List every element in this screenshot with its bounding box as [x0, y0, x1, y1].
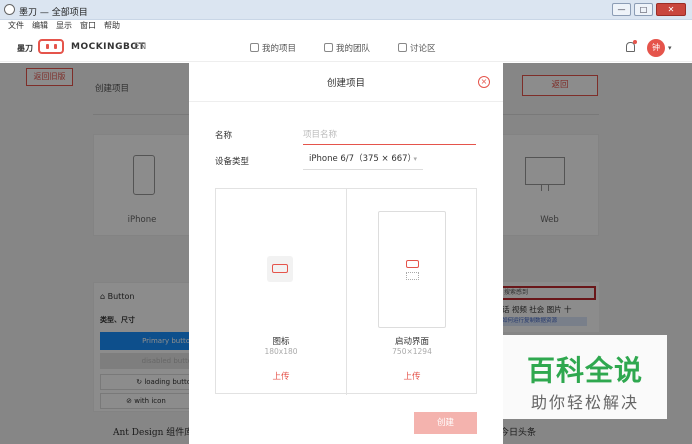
team-icon	[324, 43, 334, 52]
upload-area: 图标 180x180 上传 启动界面 750×1294 上传	[215, 188, 477, 395]
device-type-value: iPhone 6/7（375 × 667）	[309, 154, 417, 164]
device-type-label: 设备类型	[215, 157, 250, 167]
avatar[interactable]: 钟	[647, 39, 665, 57]
nav-forum[interactable]: 讨论区	[398, 42, 436, 54]
notification-dot	[633, 40, 637, 44]
app-header: 墨刀 MOCKINGBOT EN 我的项目 我的团队 讨论区 钟 ▾	[0, 32, 692, 62]
splash-upload-link[interactable]: 上传	[347, 370, 477, 382]
create-project-dialog: 创建项目 × 名称 设备类型 iPhone 6/7（375 × 667） ▾ 图…	[189, 63, 503, 444]
device-type-select[interactable]: iPhone 6/7（375 × 667） ▾	[303, 151, 423, 170]
window-titlebar: 墨刀 — 全部项目 — □ ✕	[0, 0, 692, 20]
app-icon	[4, 4, 15, 15]
app-icon-preview	[267, 256, 293, 282]
mockingbot-logo-icon	[38, 39, 64, 54]
watermark: 百科全说 助你轻松解决	[503, 335, 667, 419]
logo-cn: 墨刀	[17, 44, 33, 53]
splash-screen-preview	[378, 211, 446, 328]
create-button[interactable]: 创建	[414, 412, 477, 434]
icon-upload-size: 180x180	[264, 347, 298, 356]
language-switch[interactable]: EN	[134, 42, 146, 52]
close-window-button[interactable]: ✕	[656, 3, 686, 16]
placeholder-icon	[406, 272, 419, 280]
chevron-down-icon: ▾	[413, 155, 417, 163]
icon-upload-link[interactable]: 上传	[216, 370, 346, 382]
splash-upload-size: 750×1294	[392, 347, 432, 356]
chevron-down-icon[interactable]: ▾	[668, 44, 672, 52]
menu-file[interactable]: 文件	[8, 20, 24, 32]
icon-upload-title: 图标	[272, 337, 290, 347]
project-name-input[interactable]	[303, 126, 476, 145]
window-title: 墨刀 — 全部项目	[19, 8, 88, 18]
watermark-title: 百科全说	[526, 354, 643, 387]
main-nav: 我的项目 我的团队 讨论区	[250, 42, 436, 54]
logo-icon	[406, 260, 419, 268]
dialog-title: 创建项目	[326, 78, 365, 89]
user-icon	[250, 43, 259, 52]
close-icon[interactable]: ×	[478, 76, 490, 88]
maximize-button[interactable]: □	[634, 3, 653, 16]
upload-divider	[346, 189, 347, 395]
forum-icon	[398, 43, 408, 52]
name-label: 名称	[215, 131, 233, 141]
dialog-divider	[189, 101, 503, 102]
logo-icon	[272, 264, 288, 273]
watermark-subtitle: 助你轻松解决	[530, 393, 639, 412]
menu-view[interactable]: 显示	[56, 20, 72, 32]
menu-edit[interactable]: 编辑	[32, 20, 48, 32]
nav-my-team[interactable]: 我的团队	[324, 42, 370, 54]
menu-bar: 文件 编辑 显示 窗口 帮助	[0, 20, 692, 32]
menu-help[interactable]: 帮助	[104, 20, 120, 32]
minimize-button[interactable]: —	[612, 3, 631, 16]
splash-upload-title: 启动界面	[394, 337, 429, 347]
menu-window[interactable]: 窗口	[80, 20, 96, 32]
window-controls: — □ ✕	[612, 3, 686, 16]
nav-my-projects[interactable]: 我的项目	[250, 42, 296, 54]
